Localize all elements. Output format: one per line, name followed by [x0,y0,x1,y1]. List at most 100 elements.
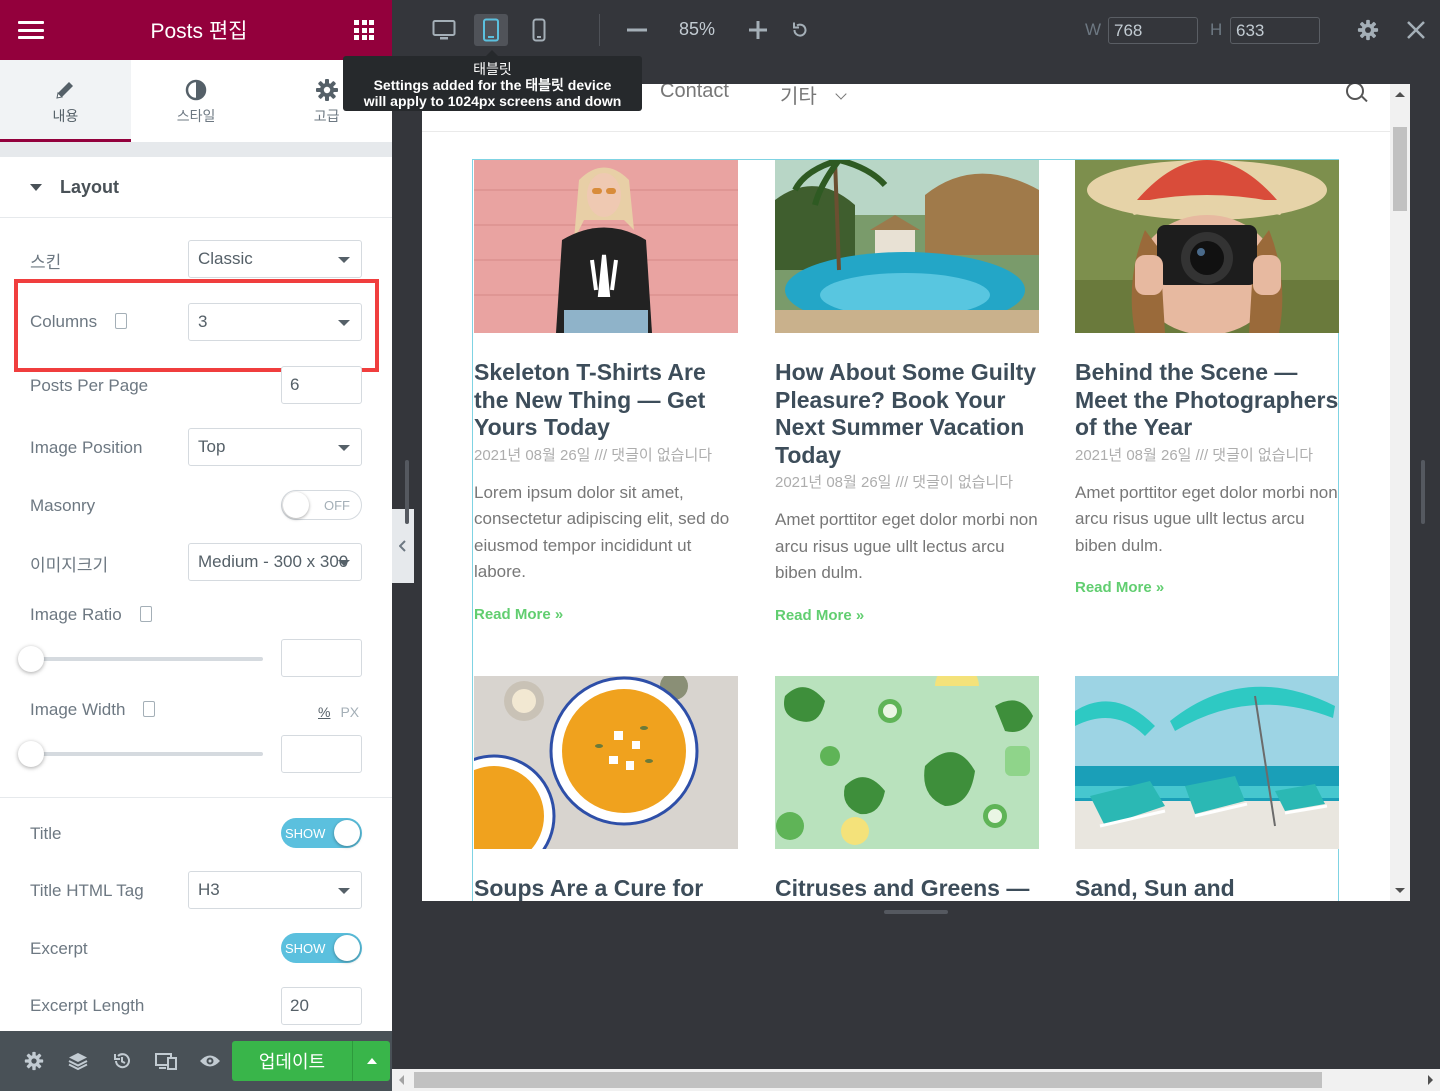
preview-scrollbar[interactable] [1390,84,1410,901]
toggle-knob [334,935,360,961]
image-ratio-slider-handle[interactable] [18,646,44,672]
image-width-units: % PX [318,704,359,720]
post-title[interactable]: Soups Are a Cure for [474,875,738,901]
tab-content[interactable]: 내용 [0,60,131,142]
title-toggle[interactable]: SHOW [281,818,362,848]
update-button[interactable]: 업데이트 [232,1041,352,1081]
reset-zoom-button[interactable] [785,15,815,45]
tablet-responsive-icon[interactable] [143,700,156,717]
chevron-left-icon [399,540,406,552]
nav-link-contact[interactable]: Contact [660,84,729,103]
horizontal-scrollbar[interactable] [392,1069,1440,1091]
menu-icon[interactable] [18,21,44,39]
layers-icon[interactable] [56,1041,100,1081]
height-input[interactable]: 633 [1230,17,1320,44]
panel-collapse-handle[interactable] [392,509,414,583]
image-width-input[interactable] [281,735,362,773]
tablet-device-button[interactable] [474,14,508,46]
resize-handle-left[interactable] [405,460,409,524]
image-ratio-input[interactable] [281,639,362,677]
title-tag-label: Title HTML Tag [30,881,144,900]
unit-percent[interactable]: % [318,704,330,720]
search-icon[interactable] [1346,84,1364,100]
toggle-knob [283,492,309,518]
scroll-up-icon[interactable] [1395,92,1405,97]
caret-down-icon [30,183,42,191]
settings-icon[interactable] [12,1041,56,1081]
image-ratio-label: Image Ratio [30,605,152,625]
title-tag-select[interactable]: H3 [188,871,362,909]
post-title[interactable]: Skeleton T-Shirts Are the New Thing — Ge… [474,359,738,442]
columns-select[interactable]: 3 [188,303,362,341]
close-responsive-button[interactable] [1401,15,1431,45]
update-options-button[interactable] [352,1041,390,1081]
read-more-link[interactable]: Read More » [474,606,738,623]
image-position-select[interactable]: Top [188,428,362,466]
history-icon[interactable] [100,1041,144,1081]
skin-label: 스킨 [30,253,62,272]
editor-panel: Posts 편집 내용 스타일 고급 Layout 스킨 Classic Col… [0,0,392,1091]
image-width-slider-track[interactable] [30,752,263,756]
read-more-link[interactable]: Read More » [775,607,1039,624]
resize-handle-right[interactable] [1421,460,1425,524]
scroll-left-icon[interactable] [399,1075,404,1085]
scrollbar-thumb[interactable] [414,1072,1322,1088]
width-input[interactable]: 768 [1108,17,1198,44]
resize-handle-bottom[interactable] [884,910,948,914]
responsive-settings-button[interactable] [1353,15,1383,45]
panel-gap [0,143,392,157]
excerpt-toggle[interactable]: SHOW [281,933,362,963]
post-thumbnail[interactable] [1075,676,1339,849]
post-title[interactable]: Citruses and Greens — a [775,875,1039,901]
scrollbar-thumb[interactable] [1393,127,1407,211]
image-size-select[interactable]: Medium - 300 x 300 [188,543,362,581]
close-icon [1407,21,1425,39]
divider [0,797,392,798]
excerpt-length-input[interactable]: 20 [281,987,362,1025]
tablet-responsive-icon[interactable] [139,605,152,622]
nav-link-more[interactable]: 기타 [780,84,847,109]
pencil-icon [54,77,76,103]
post-thumbnail[interactable] [474,676,738,849]
scroll-right-icon[interactable] [1428,1075,1433,1085]
post-title[interactable]: Sand, Sun and [1075,875,1339,901]
tablet-responsive-icon[interactable] [115,312,128,329]
mobile-device-button[interactable] [522,14,556,46]
responsive-mode-icon[interactable] [144,1041,188,1081]
desktop-device-button[interactable] [427,14,461,46]
tab-style-label: 스타일 [176,107,216,124]
masonry-toggle[interactable]: OFF [281,490,362,520]
post-meta: 2021년 08월 26일 /// 댓글이 없습니다 [474,446,713,464]
zoom-in-button[interactable] [743,15,773,45]
caret-up-icon [366,1058,377,1064]
panel-title: Posts 편집 [150,20,248,43]
unit-px[interactable]: PX [340,704,359,720]
zoom-out-button[interactable] [622,15,652,45]
widgets-grid-icon[interactable] [354,20,374,40]
height-label: H [1210,20,1223,39]
post-excerpt: Lorem ipsum dolor sit amet, consectetur … [474,482,730,582]
post-thumbnail[interactable] [775,160,1039,333]
section-layout-header[interactable]: Layout [0,157,392,218]
post-thumbnail[interactable] [474,160,738,333]
read-more-link[interactable]: Read More » [1075,579,1339,596]
tab-content-label: 내용 [52,107,79,124]
skin-select[interactable]: Classic [188,240,362,278]
post-title[interactable]: How About Some Guilty Pleasure? Book You… [775,359,1039,469]
post-thumbnail[interactable] [775,676,1039,849]
excerpt-label: Excerpt [30,939,88,958]
post-title[interactable]: Behind the Scene — Meet the Photographer… [1075,359,1339,442]
post-card: Behind the Scene — Meet the Photographer… [1075,160,1339,596]
scroll-down-icon[interactable] [1395,888,1405,893]
mobile-icon [532,18,546,42]
post-thumbnail[interactable] [1075,160,1339,333]
control-title: Title SHOW [0,818,392,850]
toggle-knob [334,820,360,846]
image-ratio-slider-track[interactable] [30,657,263,661]
post-card: Soups Are a Cure for [474,676,738,901]
preview-eye-icon[interactable] [188,1041,232,1081]
tab-style[interactable]: 스타일 [131,60,262,142]
post-card: Sand, Sun and [1075,676,1339,901]
image-width-slider-handle[interactable] [18,741,44,767]
posts-per-page-input[interactable]: 6 [281,366,362,404]
